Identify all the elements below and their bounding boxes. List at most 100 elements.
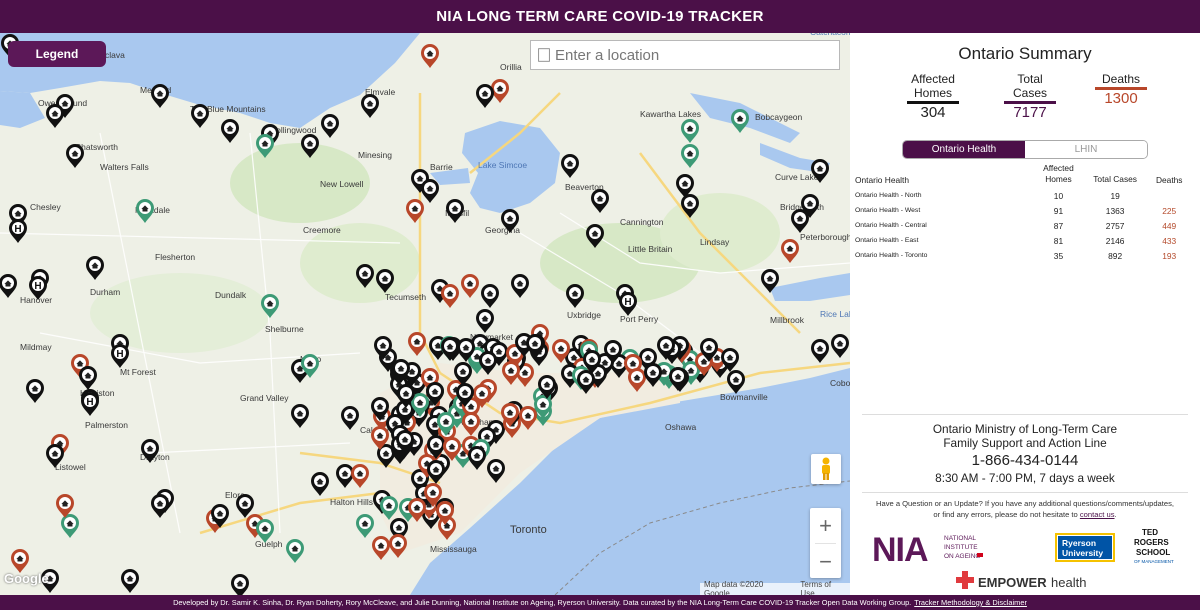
ltc-home-marker-icon[interactable]	[811, 339, 829, 363]
table-row: Ontario Health - North 10 19	[855, 188, 1195, 203]
ltc-home-marker-icon[interactable]	[831, 334, 849, 358]
place-label: Shelburne	[265, 324, 304, 334]
ltc-home-marker-icon[interactable]	[468, 446, 486, 470]
ltc-home-marker-icon[interactable]	[66, 144, 84, 168]
ltc-home-marker-icon[interactable]	[462, 412, 480, 436]
ltc-home-marker-icon[interactable]	[406, 199, 424, 223]
ltc-home-marker-icon[interactable]	[781, 239, 799, 263]
ltc-home-marker-icon[interactable]	[121, 569, 139, 593]
ltc-home-marker-icon[interactable]	[628, 368, 646, 392]
ltc-home-marker-icon[interactable]	[461, 274, 479, 298]
ltc-home-marker-icon[interactable]	[61, 514, 79, 538]
ltc-home-marker-icon[interactable]	[681, 144, 699, 168]
ltc-home-marker-icon[interactable]	[311, 472, 329, 496]
ltc-home-marker-icon[interactable]	[0, 274, 17, 298]
ltc-home-marker-icon[interactable]	[421, 179, 439, 203]
ltc-home-marker-icon[interactable]	[669, 367, 687, 391]
ltc-home-marker-icon[interactable]	[261, 294, 279, 318]
ltc-home-marker-icon[interactable]	[791, 209, 809, 233]
ltc-home-marker-icon[interactable]	[441, 337, 459, 361]
ltc-home-marker-icon[interactable]	[644, 363, 662, 387]
ltc-home-marker-icon[interactable]	[441, 284, 459, 308]
place-label: Curve Lake	[775, 172, 819, 182]
ltc-home-marker-icon[interactable]	[336, 464, 354, 488]
ltc-home-marker-icon[interactable]	[561, 154, 579, 178]
ltc-home-marker-icon[interactable]	[79, 366, 97, 390]
place-label: Guelph	[255, 539, 283, 549]
region-toggle: Ontario Health LHIN	[902, 140, 1148, 159]
ltc-home-marker-icon[interactable]	[372, 536, 390, 560]
hospital-marker-icon[interactable]	[9, 219, 27, 243]
ltc-home-marker-icon[interactable]	[591, 189, 609, 213]
ted-text-1: TED	[1142, 528, 1158, 537]
cell-homes: 91	[1053, 205, 1064, 216]
ltc-home-marker-icon[interactable]	[151, 494, 169, 518]
ltc-home-marker-icon[interactable]	[46, 104, 64, 128]
contact-us-link[interactable]: contact us	[1080, 510, 1115, 519]
location-search[interactable]	[530, 40, 840, 70]
terms-link[interactable]: Terms of Use	[800, 580, 846, 595]
ltc-home-marker-icon[interactable]	[519, 406, 537, 430]
ltc-home-marker-icon[interactable]	[761, 269, 779, 293]
ltc-home-marker-icon[interactable]	[476, 84, 494, 108]
ltc-home-marker-icon[interactable]	[446, 199, 464, 223]
ltc-home-marker-icon[interactable]	[291, 404, 309, 428]
ltc-home-marker-icon[interactable]	[681, 119, 699, 143]
hospital-marker-icon[interactable]	[81, 392, 99, 416]
hospital-marker-icon[interactable]	[111, 344, 129, 368]
ltc-home-marker-icon[interactable]	[11, 549, 29, 573]
hospital-marker-icon[interactable]	[619, 292, 637, 316]
ltc-home-marker-icon[interactable]	[221, 119, 239, 143]
ltc-home-marker-icon[interactable]	[586, 224, 604, 248]
ltc-home-marker-icon[interactable]	[286, 539, 304, 563]
ltc-home-marker-icon[interactable]	[421, 44, 439, 68]
street-view-button[interactable]	[811, 454, 841, 484]
tab-lhin[interactable]: LHIN	[1025, 141, 1147, 158]
ltc-home-marker-icon[interactable]	[408, 332, 426, 356]
ltc-home-marker-icon[interactable]	[26, 379, 44, 403]
ltc-home-marker-icon[interactable]	[681, 194, 699, 218]
ltc-home-marker-icon[interactable]	[577, 370, 595, 394]
map-view[interactable]: H WaubausheneBalaclavaOwen SoundMeafordT…	[0, 33, 850, 595]
divider	[862, 492, 1188, 493]
zoom-in-button[interactable]: +	[810, 508, 841, 543]
ltc-home-marker-icon[interactable]	[376, 269, 394, 293]
canada-flag-icon	[977, 553, 983, 557]
cell-cases: 2757	[1105, 220, 1125, 231]
ltc-home-marker-icon[interactable]	[476, 309, 494, 333]
table-row: Ontario Health - Central 87 2757 449	[855, 218, 1195, 233]
zoom-out-button[interactable]: −	[810, 544, 841, 579]
ltc-home-marker-icon[interactable]	[427, 460, 445, 484]
ltc-home-marker-icon[interactable]	[136, 199, 154, 223]
ltc-home-marker-icon[interactable]	[380, 496, 398, 520]
ltc-home-marker-icon[interactable]	[361, 94, 379, 118]
ltc-home-marker-icon[interactable]	[731, 109, 749, 133]
ltc-home-marker-icon[interactable]	[511, 274, 529, 298]
ltc-home-marker-icon[interactable]	[236, 494, 254, 518]
ltc-home-marker-icon[interactable]	[566, 284, 584, 308]
ltc-home-marker-icon[interactable]	[301, 134, 319, 158]
ltc-home-marker-icon[interactable]	[86, 256, 104, 280]
tab-ontario-health[interactable]: Ontario Health	[903, 141, 1025, 158]
ltc-home-marker-icon[interactable]	[321, 114, 339, 138]
legend-button[interactable]: Legend	[8, 41, 106, 67]
ltc-home-marker-icon[interactable]	[256, 134, 274, 158]
ltc-home-marker-icon[interactable]	[727, 370, 745, 394]
ltc-home-marker-icon[interactable]	[481, 284, 499, 308]
ltc-home-marker-icon[interactable]	[356, 514, 374, 538]
ltc-home-marker-icon[interactable]	[191, 104, 209, 128]
ltc-home-marker-icon[interactable]	[341, 406, 359, 430]
place-label: Kawartha Lakes	[640, 109, 701, 119]
ltc-home-marker-icon[interactable]	[231, 574, 249, 595]
stat-deaths: Deaths 1300	[1076, 72, 1166, 106]
ltc-home-marker-icon[interactable]	[389, 534, 407, 558]
place-label: Chesley	[30, 202, 61, 212]
ltc-home-marker-icon[interactable]	[351, 464, 369, 488]
ltc-home-marker-icon[interactable]	[356, 264, 374, 288]
location-search-input[interactable]	[555, 46, 825, 64]
ltc-home-marker-icon[interactable]	[151, 84, 169, 108]
ltc-home-marker-icon[interactable]	[479, 351, 497, 375]
ltc-home-marker-icon[interactable]	[487, 459, 505, 483]
methodology-link[interactable]: Tracker Methodology & Disclaimer	[914, 598, 1027, 607]
ltc-home-marker-icon[interactable]	[502, 361, 520, 385]
